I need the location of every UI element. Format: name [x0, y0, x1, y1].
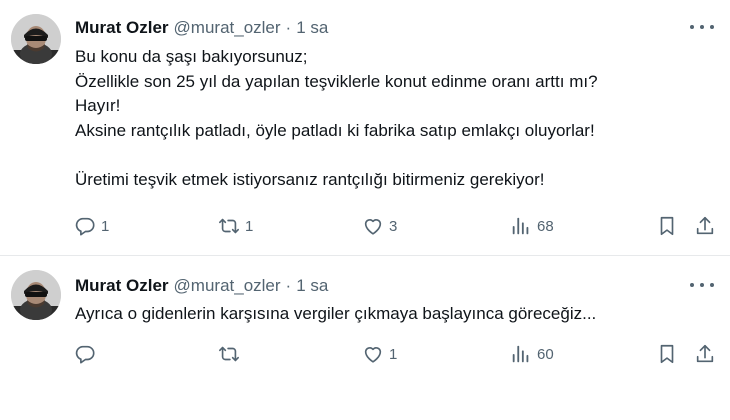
- heart-icon: [364, 219, 382, 235]
- separator-dot: ·: [285, 276, 292, 295]
- bookmark-icon: [660, 344, 674, 364]
- bookmark-button[interactable]: [656, 340, 678, 368]
- timestamp[interactable]: 1 sa: [296, 18, 328, 38]
- views-button[interactable]: 60: [510, 340, 554, 368]
- author-handle[interactable]: @murat_ozler: [174, 276, 281, 296]
- like-button[interactable]: 3: [362, 212, 397, 240]
- reply-count: 1: [101, 217, 110, 235]
- bookmark-button[interactable]: [656, 212, 678, 240]
- tweet-header: Murat Ozler @murat_ozler · 1 sa: [75, 276, 328, 296]
- reply-icon: [75, 217, 95, 236]
- reply-button[interactable]: 1: [74, 212, 109, 240]
- heart-icon: [364, 347, 382, 363]
- tweet-actions: 1 60: [70, 340, 720, 368]
- views-icon: [512, 217, 529, 235]
- views-button[interactable]: 68: [510, 212, 554, 240]
- bookmark-icon: [660, 216, 674, 236]
- avatar-image: [11, 14, 61, 64]
- separator-dot: ·: [285, 18, 292, 37]
- tweet[interactable]: Murat Ozler @murat_ozler · 1 sa Bu konu …: [0, 0, 730, 256]
- reply-icon: [75, 345, 95, 364]
- tweet-text-line: Bu konu da şaşı bakıyorsunuz;: [75, 47, 308, 66]
- views-icon: [512, 345, 529, 363]
- avatar[interactable]: [11, 14, 61, 64]
- share-icon: [696, 344, 714, 363]
- retweet-icon: [219, 218, 239, 234]
- like-count: 3: [389, 217, 398, 235]
- tweet-text-line: Ayrıca o gidenlerin karşısına vergiler ç…: [75, 304, 597, 323]
- more-icon[interactable]: [690, 280, 714, 290]
- share-button[interactable]: [694, 340, 716, 368]
- tweet[interactable]: Murat Ozler @murat_ozler · 1 sa Ayrıca o…: [0, 256, 730, 420]
- like-count: 1: [389, 345, 398, 363]
- timestamp[interactable]: 1 sa: [296, 276, 328, 296]
- tweet-text: Ayrıca o gidenlerin karşısına vergiler ç…: [75, 302, 715, 327]
- tweet-actions: 1 1 3 68: [70, 212, 720, 240]
- retweet-button[interactable]: 1: [218, 212, 253, 240]
- tweet-text: Bu konu da şaşı bakıyorsunuz; Özellikle …: [75, 45, 715, 192]
- tweet-text-line: Özellikle son 25 yıl da yapılan teşvikle…: [75, 71, 598, 91]
- views-count: 60: [537, 345, 554, 363]
- tweet-text-line: Üretimi teşvik etmek istiyorsanız rantçı…: [75, 169, 545, 189]
- avatar-image: [11, 270, 61, 320]
- retweet-icon: [219, 346, 239, 362]
- views-count: 68: [537, 217, 554, 235]
- reply-button[interactable]: [74, 340, 101, 368]
- share-button[interactable]: [694, 212, 716, 240]
- author-handle[interactable]: @murat_ozler: [174, 18, 281, 38]
- retweet-count: 1: [245, 217, 254, 235]
- author-name[interactable]: Murat Ozler: [75, 276, 169, 296]
- avatar[interactable]: [11, 270, 61, 320]
- retweet-button[interactable]: [218, 340, 245, 368]
- share-icon: [696, 216, 714, 235]
- tweet-header: Murat Ozler @murat_ozler · 1 sa: [75, 18, 328, 38]
- more-icon[interactable]: [690, 22, 714, 32]
- tweet-text-line: Hayır!: [75, 96, 121, 115]
- tweet-text-line: [75, 143, 715, 168]
- like-button[interactable]: 1: [362, 340, 397, 368]
- author-name[interactable]: Murat Ozler: [75, 18, 169, 38]
- tweet-text-line: Aksine rantçılık patladı, öyle patladı k…: [75, 120, 595, 140]
